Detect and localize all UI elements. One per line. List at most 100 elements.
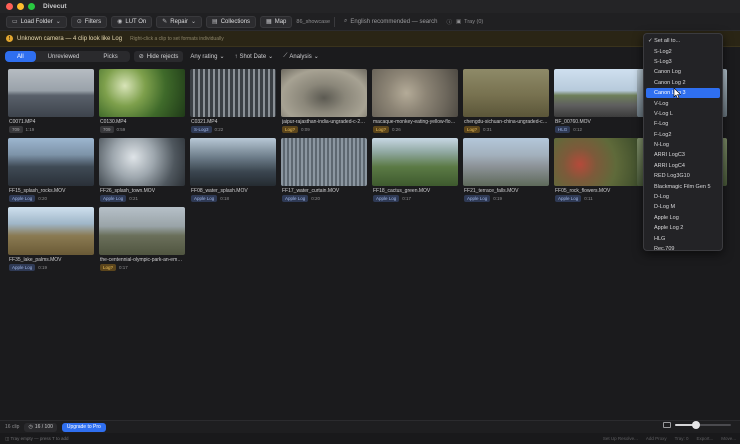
clip-thumbnail[interactable] bbox=[190, 138, 276, 186]
format-badge[interactable]: Apple Log bbox=[9, 264, 36, 271]
dropdown-item[interactable]: RED Log3G10 bbox=[646, 171, 720, 181]
search-input[interactable]: ⌕ English recommended — search bbox=[339, 16, 442, 28]
dropdown-item[interactable]: V-Log bbox=[646, 98, 720, 108]
clip-card[interactable]: FF17_water_curtain.MOV Apple Log 0:20 bbox=[281, 138, 367, 203]
dropdown-item[interactable]: V-Log L bbox=[646, 109, 720, 119]
clip-card[interactable]: macaque-monkey-eating-yellow-flower... L… bbox=[372, 69, 458, 134]
lut-toggle-button[interactable]: ◉ LUT On bbox=[111, 15, 153, 28]
clip-card[interactable]: FF18_cactus_green.MOV Apple Log 0:17 bbox=[372, 138, 458, 203]
clip-thumbnail[interactable] bbox=[8, 69, 94, 117]
collections-button[interactable]: ▤ Collections bbox=[206, 15, 257, 28]
dropdown-item[interactable]: ARRI LogC3 bbox=[646, 150, 720, 160]
clip-thumbnail[interactable] bbox=[8, 138, 94, 186]
format-badge[interactable]: Apple Log bbox=[373, 195, 400, 202]
dropdown-item[interactable]: Apple Log bbox=[646, 213, 720, 223]
format-badge[interactable]: HLG bbox=[555, 126, 571, 133]
clip-card[interactable]: FF08_water_splash.MOV Apple Log 0:18 bbox=[190, 138, 276, 203]
analysis-menu[interactable]: ⟋ Analysis ⌄ bbox=[280, 53, 322, 60]
format-badge[interactable]: Apple Log bbox=[9, 195, 36, 202]
close-window-button[interactable] bbox=[6, 3, 13, 10]
dropdown-item[interactable]: F-Log bbox=[646, 119, 720, 129]
clip-card[interactable]: C0321.MP4 S-Log3 0:22 bbox=[190, 69, 276, 134]
sort-shot-date[interactable]: ↑ Shot Date ⌄ bbox=[231, 53, 276, 61]
dropdown-item[interactable]: Blackmagic Film Gen 5 bbox=[646, 181, 720, 191]
dropdown-item[interactable]: Canon Log bbox=[646, 67, 720, 77]
clip-card[interactable]: chengdu-sichuan-china-ungraded-c-20... L… bbox=[463, 69, 549, 134]
clip-card[interactable]: FF26_splash_town.MOV Apple Log 0:21 bbox=[99, 138, 185, 203]
zoom-slider-handle[interactable] bbox=[692, 421, 701, 429]
format-badge[interactable]: Apple Log bbox=[100, 195, 127, 202]
page-indicator[interactable]: ◷ 16 / 100 bbox=[24, 422, 57, 432]
setup-resolve-button[interactable]: Set Up Resolve... bbox=[603, 436, 638, 441]
maximize-window-button[interactable] bbox=[28, 3, 35, 10]
zoom-slider[interactable] bbox=[675, 421, 731, 429]
format-badge[interactable]: Log? bbox=[464, 126, 481, 133]
tray-status: Tray: 0 bbox=[674, 436, 689, 441]
clip-thumbnail[interactable] bbox=[463, 69, 549, 117]
tab-unreviewed[interactable]: Unreviewed bbox=[36, 51, 92, 62]
clip-thumbnail[interactable] bbox=[463, 138, 549, 186]
chevron-down-icon: ⌄ bbox=[190, 19, 197, 25]
clip-thumbnail[interactable] bbox=[190, 69, 276, 117]
load-folder-button[interactable]: ▭ Load Folder ⌄ bbox=[6, 15, 67, 28]
format-badge[interactable]: Apple Log bbox=[555, 195, 582, 202]
clip-card[interactable]: C0130.MP4 709 0:59 bbox=[99, 69, 185, 134]
add-proxy-button[interactable]: Add Proxy bbox=[646, 436, 667, 441]
hide-rejects-button[interactable]: ⊘ Hide rejects bbox=[133, 51, 184, 62]
format-badge[interactable]: Log? bbox=[373, 126, 390, 133]
dropdown-item[interactable]: D-Log bbox=[646, 192, 720, 202]
dropdown-item[interactable]: S-Log2 bbox=[646, 46, 720, 56]
format-badge[interactable]: Apple Log bbox=[191, 195, 218, 202]
dropdown-item[interactable]: F-Log2 bbox=[646, 130, 720, 140]
dropdown-item[interactable]: S-Log3 bbox=[646, 57, 720, 67]
tab-picks[interactable]: Picks bbox=[91, 51, 129, 62]
clip-thumbnail[interactable] bbox=[99, 69, 185, 117]
minimize-window-button[interactable] bbox=[17, 3, 24, 10]
format-badge[interactable]: 709 bbox=[9, 126, 23, 133]
clip-thumbnail[interactable] bbox=[554, 138, 640, 186]
move-button[interactable]: Move... bbox=[721, 436, 736, 441]
format-badge[interactable]: 709 bbox=[100, 126, 114, 133]
dropdown-item[interactable]: D-Log M bbox=[646, 202, 720, 212]
map-button[interactable]: ▦ Map bbox=[260, 15, 293, 28]
log-format-dropdown: ✓ Set all to... S-Log2 S-Log3 Canon Log … bbox=[643, 33, 723, 254]
clip-thumbnail[interactable] bbox=[281, 69, 367, 117]
repair-button[interactable]: ✎ Repair ⌄ bbox=[156, 15, 203, 28]
clip-thumbnail[interactable] bbox=[281, 138, 367, 186]
format-badge[interactable]: Log? bbox=[100, 264, 117, 271]
clip-card[interactable]: FF21_terrace_falls.MOV Apple Log 0:19 bbox=[463, 138, 549, 203]
clip-thumbnail[interactable] bbox=[372, 138, 458, 186]
dropdown-item[interactable]: N-Log bbox=[646, 140, 720, 150]
clip-thumbnail[interactable] bbox=[8, 207, 94, 255]
export-button[interactable]: Export... bbox=[696, 436, 713, 441]
filters-button[interactable]: ⊙ Filters bbox=[70, 15, 108, 28]
format-badge[interactable]: S-Log3 bbox=[191, 126, 212, 133]
dropdown-item[interactable]: Canon Log 2 bbox=[646, 78, 720, 88]
help-icon[interactable]: ⓘ bbox=[446, 18, 452, 26]
dropdown-item[interactable]: HLG bbox=[646, 233, 720, 243]
tray-button[interactable]: ▣ Tray (0) bbox=[456, 19, 483, 25]
clip-card[interactable]: FF05_rock_flowers.MOV Apple Log 0:11 bbox=[554, 138, 640, 203]
clip-card[interactable]: the-centennial-olympic-park-an-emble... … bbox=[99, 207, 185, 272]
clip-card[interactable]: FF35_lake_palms.MOV Apple Log 0:19 bbox=[8, 207, 94, 272]
app-title: Divecut bbox=[43, 3, 67, 10]
clip-thumbnail[interactable] bbox=[372, 69, 458, 117]
clip-card[interactable]: FF15_splash_rocks.MOV Apple Log 0:20 bbox=[8, 138, 94, 203]
clip-thumbnail[interactable] bbox=[554, 69, 640, 117]
dropdown-item[interactable]: Rec.709 bbox=[646, 244, 720, 254]
upgrade-button[interactable]: Upgrade to Pro bbox=[61, 422, 106, 432]
clip-card[interactable]: BF_00760.MOV HLG 0:12 bbox=[554, 69, 640, 134]
format-badge[interactable]: Apple Log bbox=[464, 195, 491, 202]
tab-all[interactable]: All bbox=[5, 51, 36, 62]
dropdown-item-highlighted[interactable]: Canon Log 3 bbox=[646, 87, 720, 99]
clip-thumbnail[interactable] bbox=[99, 207, 185, 255]
rating-filter[interactable]: Any rating ⌄ bbox=[187, 53, 227, 61]
format-badge[interactable]: Apple Log bbox=[282, 195, 309, 202]
clip-filename: macaque-monkey-eating-yellow-flower... bbox=[373, 119, 457, 125]
clip-thumbnail[interactable] bbox=[99, 138, 185, 186]
clip-card[interactable]: jaipur-rajasthan-india-ungraded-c-202...… bbox=[281, 69, 367, 134]
dropdown-item[interactable]: Apple Log 2 bbox=[646, 223, 720, 233]
format-badge[interactable]: Log? bbox=[282, 126, 299, 133]
dropdown-item[interactable]: ARRI LogC4 bbox=[646, 161, 720, 171]
clip-card[interactable]: C0071.MP4 709 1:19 bbox=[8, 69, 94, 134]
